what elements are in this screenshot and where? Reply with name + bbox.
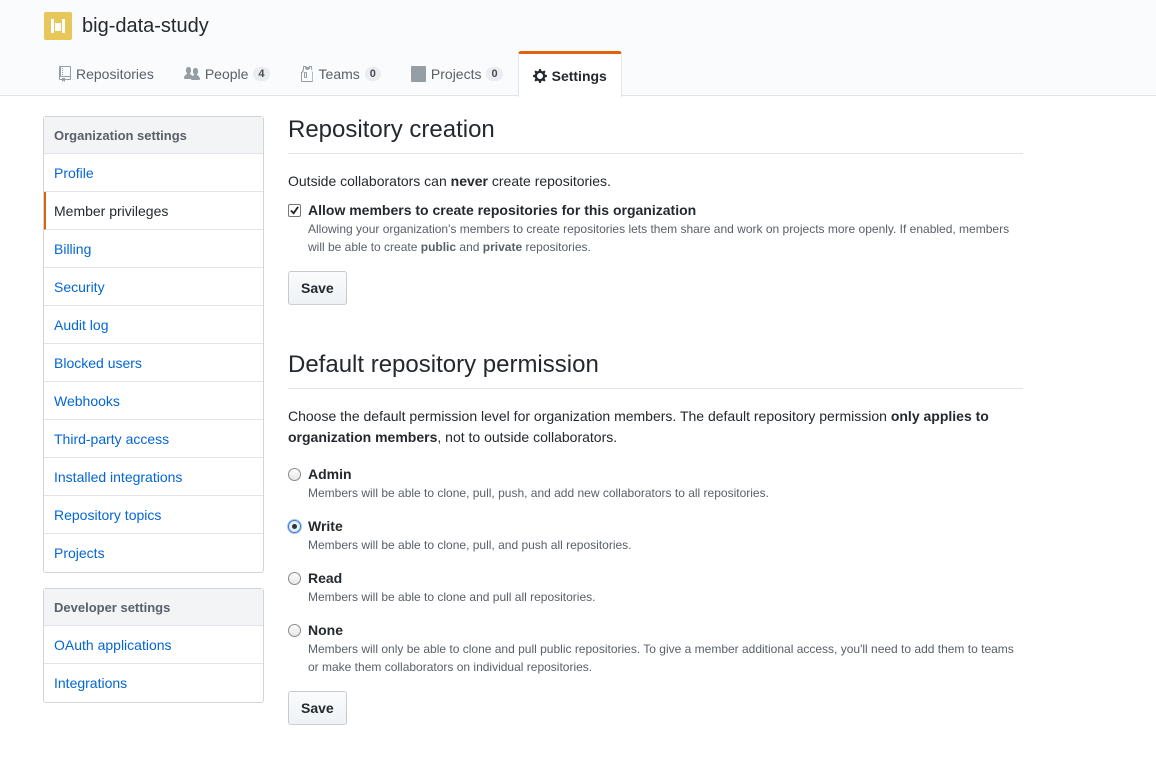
repo-icon: [59, 66, 71, 82]
sidebar-item-oauth-applications[interactable]: OAuth applications: [44, 626, 263, 664]
tab-count: 4: [253, 67, 270, 81]
sidebar-item-repository-topics[interactable]: Repository topics: [44, 496, 263, 534]
org-name[interactable]: big-data-study: [82, 15, 209, 38]
permission-radio-admin[interactable]: [288, 468, 301, 481]
org-settings-menu: Organization settings Profile Member pri…: [43, 116, 264, 573]
permission-label[interactable]: Write: [308, 518, 1023, 534]
menu-heading: Organization settings: [44, 117, 263, 154]
org-header: big-data-study Repositories People 4 Tea…: [0, 0, 1156, 97]
permission-label[interactable]: None: [308, 622, 1023, 638]
sidebar-item-third-party-access[interactable]: Third-party access: [44, 420, 263, 458]
default-permission-intro: Choose the default permission level for …: [288, 408, 989, 445]
sidebar-item-audit-log[interactable]: Audit log: [44, 306, 263, 344]
permission-option-admin: Admin Members will be able to clone, pul…: [288, 466, 1023, 502]
sidebar-item-blocked-users[interactable]: Blocked users: [44, 344, 263, 382]
save-repo-creation-button[interactable]: Save: [288, 271, 347, 305]
developer-settings-menu: Developer settings OAuth applications In…: [43, 588, 264, 703]
sidebar-item-webhooks[interactable]: Webhooks: [44, 382, 263, 420]
checkbox-note: Allowing your organization's members to …: [308, 222, 1010, 254]
jersey-icon: [300, 66, 313, 82]
permission-option-write: Write Members will be able to clone, pul…: [288, 518, 1023, 554]
save-default-permission-button[interactable]: Save: [288, 691, 347, 725]
permission-radio-none[interactable]: [288, 624, 301, 637]
menu-heading: Developer settings: [44, 589, 263, 626]
tab-teams[interactable]: Teams 0: [285, 51, 396, 96]
default-permission-title: Default repository permission: [288, 351, 1023, 389]
permission-note: Members will only be able to clone and p…: [308, 642, 1014, 674]
settings-main: Repository creation Outside collaborator…: [288, 116, 1023, 725]
tab-label: Settings: [551, 67, 607, 84]
permission-note: Members will be able to clone, pull, pus…: [308, 486, 769, 500]
sidebar-item-projects[interactable]: Projects: [44, 534, 263, 572]
people-icon: [183, 67, 200, 80]
settings-sidebar: Organization settings Profile Member pri…: [43, 116, 264, 718]
tab-count: 0: [364, 67, 381, 81]
checkmark-icon: [290, 206, 299, 215]
sidebar-item-profile[interactable]: Profile: [44, 154, 263, 192]
tab-label: Repositories: [76, 66, 154, 82]
tab-label: People: [204, 66, 249, 82]
tab-projects[interactable]: Projects 0: [396, 51, 518, 96]
org-avatar[interactable]: [44, 12, 72, 40]
allow-create-repos-option: Allow members to create repositories for…: [288, 202, 1023, 256]
sidebar-item-member-privileges[interactable]: Member privileges: [44, 192, 263, 230]
permission-note: Members will be able to clone, pull, and…: [308, 538, 632, 552]
repo-creation-title: Repository creation: [288, 116, 1023, 154]
sidebar-item-security[interactable]: Security: [44, 268, 263, 306]
checkbox-label[interactable]: Allow members to create repositories for…: [308, 202, 1023, 218]
allow-create-repos-checkbox[interactable]: [288, 204, 301, 217]
tab-label: Teams: [318, 66, 360, 82]
permission-radio-read[interactable]: [288, 572, 301, 585]
sidebar-item-billing[interactable]: Billing: [44, 230, 263, 268]
sidebar-item-integrations[interactable]: Integrations: [44, 664, 263, 702]
permission-option-read: Read Members will be able to clone and p…: [288, 570, 1023, 606]
tab-repositories[interactable]: Repositories: [44, 51, 169, 96]
permission-label[interactable]: Admin: [308, 466, 1023, 482]
project-icon: [410, 66, 426, 82]
tab-label: Projects: [430, 66, 482, 82]
permission-label[interactable]: Read: [308, 570, 1023, 586]
gear-icon: [532, 68, 547, 83]
permission-option-none: None Members will only be able to clone …: [288, 622, 1023, 676]
org-tabs: Repositories People 4 Teams 0 Projects 0…: [44, 51, 622, 97]
tab-count: 0: [486, 67, 503, 81]
permission-radio-write[interactable]: [288, 520, 301, 533]
repo-creation-intro: Outside collaborators can never create r…: [288, 173, 611, 189]
tab-settings[interactable]: Settings: [517, 51, 622, 97]
org-title-row: big-data-study: [44, 12, 209, 40]
sidebar-item-installed-integrations[interactable]: Installed integrations: [44, 458, 263, 496]
tab-people[interactable]: People 4: [169, 51, 285, 96]
permission-note: Members will be able to clone and pull a…: [308, 590, 596, 604]
